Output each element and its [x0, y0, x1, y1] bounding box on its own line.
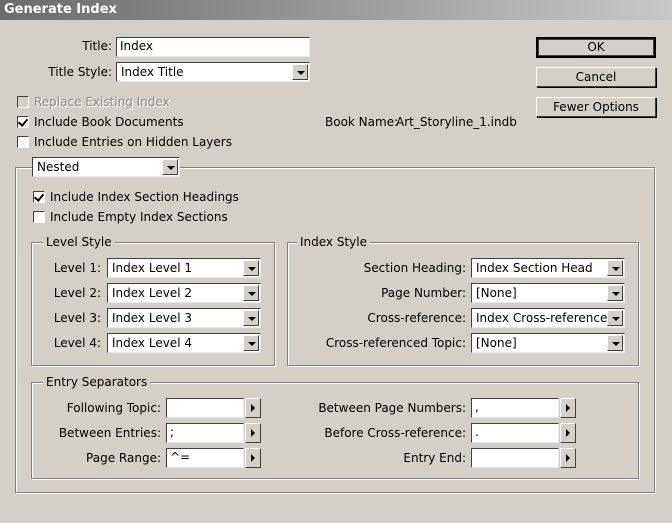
chevron-down-icon — [607, 310, 623, 326]
page-number-value: [None] — [476, 286, 517, 300]
level-3-select[interactable]: Index Level 3 — [107, 308, 261, 328]
chevron-right-icon[interactable] — [560, 448, 576, 468]
cross-ref-topic-label: Cross-referenced Topic: — [325, 336, 466, 350]
page-range-input[interactable]: ^= — [166, 448, 244, 468]
replace-existing-checkbox[interactable] — [17, 96, 29, 108]
chevron-down-icon — [243, 335, 259, 351]
level-4-label: Level 4: — [53, 336, 101, 350]
title-style-value: Index Title — [121, 65, 184, 79]
page-number-label: Page Number: — [381, 286, 466, 300]
between-page-numbers-input[interactable]: , — [471, 398, 559, 418]
index-style-title: Index Style — [297, 235, 370, 249]
section-heading-select[interactable]: Index Section Head — [471, 258, 625, 278]
chevron-down-icon — [292, 64, 308, 80]
book-name-label: Book Name: — [325, 115, 399, 129]
include-hidden-layers-label: Include Entries on Hidden Layers — [34, 135, 232, 149]
format-select[interactable]: Nested — [32, 157, 180, 177]
title-label: Title: — [82, 39, 112, 53]
following-topic-input[interactable] — [166, 398, 244, 418]
level-2-value: Index Level 2 — [112, 286, 192, 300]
page-range-label: Page Range: — [86, 451, 161, 465]
cancel-button[interactable]: Cancel — [536, 67, 656, 87]
title-style-label: Title Style: — [48, 65, 112, 79]
before-cross-ref-input[interactable]: . — [471, 423, 559, 443]
chevron-down-icon — [243, 285, 259, 301]
chevron-down-icon — [243, 260, 259, 276]
book-name-value: Art_Storyline_1.indb — [396, 115, 517, 129]
between-entries-label: Between Entries: — [58, 426, 161, 440]
ok-button[interactable]: OK — [536, 37, 656, 58]
level-3-label: Level 3: — [53, 311, 101, 325]
cross-ref-topic-value: [None] — [476, 336, 517, 350]
level-4-value: Index Level 4 — [112, 336, 192, 350]
level-2-label: Level 2: — [53, 286, 101, 300]
include-book-docs-label: Include Book Documents — [34, 115, 184, 129]
level-1-select[interactable]: Index Level 1 — [107, 258, 261, 278]
chevron-down-icon — [162, 159, 178, 175]
between-entries-input[interactable]: ; — [166, 423, 244, 443]
cross-reference-select[interactable]: Index Cross-reference — [471, 308, 625, 328]
level-2-select[interactable]: Index Level 2 — [107, 283, 261, 303]
chevron-right-icon[interactable] — [245, 398, 261, 418]
include-empty-checkbox[interactable] — [33, 211, 45, 223]
section-heading-label: Section Heading: — [363, 261, 466, 275]
chevron-right-icon[interactable] — [560, 398, 576, 418]
before-cross-ref-label: Before Cross-reference: — [324, 426, 466, 440]
include-headings-label: Include Index Section Headings — [50, 190, 239, 204]
fewer-options-button[interactable]: Fewer Options — [536, 97, 656, 117]
cross-reference-label: Cross-reference: — [367, 311, 466, 325]
include-empty-label: Include Empty Index Sections — [50, 210, 228, 224]
include-hidden-layers-checkbox[interactable] — [17, 136, 29, 148]
cross-ref-topic-select[interactable]: [None] — [471, 333, 625, 353]
level-3-value: Index Level 3 — [112, 311, 192, 325]
level-style-title: Level Style — [43, 235, 115, 249]
chevron-down-icon — [243, 310, 259, 326]
level-1-label: Level 1: — [53, 261, 101, 275]
title-input[interactable]: Index — [116, 37, 310, 57]
include-book-docs-checkbox[interactable] — [17, 116, 29, 128]
entry-end-input[interactable] — [471, 448, 559, 468]
chevron-down-icon — [607, 285, 623, 301]
format-value: Nested — [37, 160, 80, 174]
between-page-numbers-label: Between Page Numbers: — [318, 401, 466, 415]
replace-existing-label: Replace Existing Index — [34, 95, 170, 109]
chevron-down-icon — [607, 260, 623, 276]
following-topic-label: Following Topic: — [66, 401, 161, 415]
window-title: Generate Index — [0, 0, 672, 20]
level-1-value: Index Level 1 — [112, 261, 192, 275]
title-style-select[interactable]: Index Title — [116, 62, 310, 82]
entry-separators-title: Entry Separators — [43, 375, 151, 389]
section-heading-value: Index Section Head — [476, 261, 593, 275]
chevron-down-icon — [607, 335, 623, 351]
include-headings-checkbox[interactable] — [33, 191, 45, 203]
chevron-right-icon[interactable] — [245, 448, 261, 468]
page-number-select[interactable]: [None] — [471, 283, 625, 303]
chevron-right-icon[interactable] — [560, 423, 576, 443]
cross-reference-value: Index Cross-reference — [476, 311, 608, 325]
level-4-select[interactable]: Index Level 4 — [107, 333, 261, 353]
chevron-right-icon[interactable] — [245, 423, 261, 443]
entry-end-label: Entry End: — [403, 451, 466, 465]
